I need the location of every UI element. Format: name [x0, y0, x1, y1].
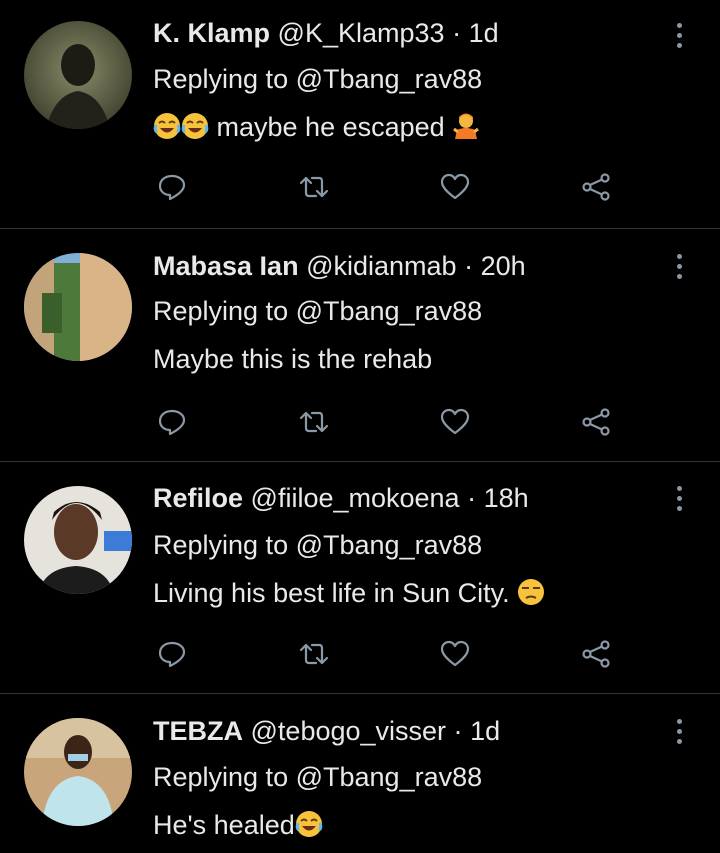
display-name[interactable]: K. Klamp	[153, 18, 270, 48]
tweet[interactable]: TEBZA @tebogo_visser · 1d Replying to @T…	[0, 694, 720, 853]
tweet[interactable]: Mabasa Ian @kidianmab · 20h Replying to …	[0, 229, 720, 461]
tweet-actions	[150, 402, 620, 442]
share-icon	[582, 640, 610, 668]
joy-emoji	[295, 811, 323, 837]
replying-to: Replying to @Tbang_rav88	[153, 761, 482, 793]
separator: ·	[467, 483, 477, 513]
tweet-text: maybe he escaped	[153, 111, 480, 143]
tweet-text: Living his best life in Sun City.	[153, 577, 545, 609]
more-vertical-icon[interactable]	[664, 246, 694, 286]
tweet-header: K. Klamp @K_Klamp33 · 1d	[153, 17, 499, 49]
timestamp[interactable]: 1d	[470, 716, 500, 746]
display-name[interactable]: Mabasa Ian	[153, 251, 299, 281]
avatar[interactable]	[24, 21, 132, 129]
replying-to: Replying to @Tbang_rav88	[153, 295, 482, 327]
replying-prefix: Replying to	[153, 530, 289, 560]
more-vertical-icon[interactable]	[664, 15, 694, 55]
like-button[interactable]	[435, 167, 475, 207]
tweet-text: He's healed	[153, 809, 323, 841]
reply-icon	[158, 641, 186, 668]
tweet[interactable]: Refiloe @fiiloe_mokoena · 18h Replying t…	[0, 462, 720, 693]
separator: ·	[453, 716, 463, 746]
person-shrugging-emoji	[453, 113, 480, 139]
tweet-header: TEBZA @tebogo_visser · 1d	[153, 715, 500, 747]
share-icon	[582, 173, 610, 201]
tweet-header: Mabasa Ian @kidianmab · 20h	[153, 250, 526, 282]
tweet-actions	[150, 167, 620, 207]
handle[interactable]: @K_Klamp33	[278, 18, 445, 48]
share-button[interactable]	[576, 402, 616, 442]
separator: ·	[464, 251, 474, 281]
avatar[interactable]	[24, 253, 132, 361]
replying-to: Replying to @Tbang_rav88	[153, 63, 482, 95]
retweet-button[interactable]	[294, 167, 334, 207]
timestamp[interactable]: 20h	[481, 251, 526, 281]
tweet-body: Living his best life in Sun City.	[153, 578, 510, 608]
retweet-button[interactable]	[294, 402, 334, 442]
replying-prefix: Replying to	[153, 64, 289, 94]
like-button[interactable]	[435, 634, 475, 674]
retweet-icon	[299, 411, 329, 433]
avatar[interactable]	[24, 718, 132, 826]
reply-icon	[158, 409, 186, 436]
timestamp[interactable]: 1d	[469, 18, 499, 48]
replying-handle[interactable]: @Tbang_rav88	[296, 762, 483, 792]
handle[interactable]: @kidianmab	[306, 251, 456, 281]
more-vertical-icon[interactable]	[664, 478, 694, 518]
tweet-header: Refiloe @fiiloe_mokoena · 18h	[153, 482, 529, 514]
share-button[interactable]	[576, 167, 616, 207]
replying-prefix: Replying to	[153, 762, 289, 792]
replying-to: Replying to @Tbang_rav88	[153, 529, 482, 561]
separator: ·	[452, 18, 462, 48]
share-icon	[582, 408, 610, 436]
tweet-actions	[150, 634, 620, 674]
share-button[interactable]	[576, 634, 616, 674]
retweet-button[interactable]	[294, 634, 334, 674]
tweet-body: Maybe this is the rehab	[153, 344, 433, 374]
replying-prefix: Replying to	[153, 296, 289, 326]
handle[interactable]: @tebogo_visser	[251, 716, 447, 746]
tweet-text: Maybe this is the rehab	[153, 343, 432, 375]
replying-handle[interactable]: @Tbang_rav88	[296, 530, 483, 560]
display-name[interactable]: TEBZA	[153, 716, 243, 746]
retweet-icon	[299, 643, 329, 665]
tweet[interactable]: K. Klamp @K_Klamp33 · 1d Replying to @Tb…	[0, 0, 720, 228]
joy-emoji	[181, 113, 209, 139]
unamused-face-emoji	[518, 579, 545, 605]
reply-button[interactable]	[152, 402, 192, 442]
heart-icon	[440, 408, 470, 435]
display-name[interactable]: Refiloe	[153, 483, 243, 513]
tweet-body: He's healed	[153, 810, 295, 840]
more-vertical-icon[interactable]	[664, 711, 694, 751]
replying-handle[interactable]: @Tbang_rav88	[296, 64, 483, 94]
replying-handle[interactable]: @Tbang_rav88	[296, 296, 483, 326]
reply-button[interactable]	[152, 634, 192, 674]
tweet-body: maybe he escaped	[216, 112, 445, 142]
avatar[interactable]	[24, 486, 132, 594]
joy-emoji	[153, 113, 181, 139]
reply-button[interactable]	[152, 167, 192, 207]
handle[interactable]: @fiiloe_mokoena	[251, 483, 460, 513]
reply-icon	[158, 174, 186, 201]
like-button[interactable]	[435, 402, 475, 442]
heart-icon	[440, 640, 470, 667]
timestamp[interactable]: 18h	[484, 483, 529, 513]
heart-icon	[440, 173, 470, 200]
retweet-icon	[299, 176, 329, 198]
